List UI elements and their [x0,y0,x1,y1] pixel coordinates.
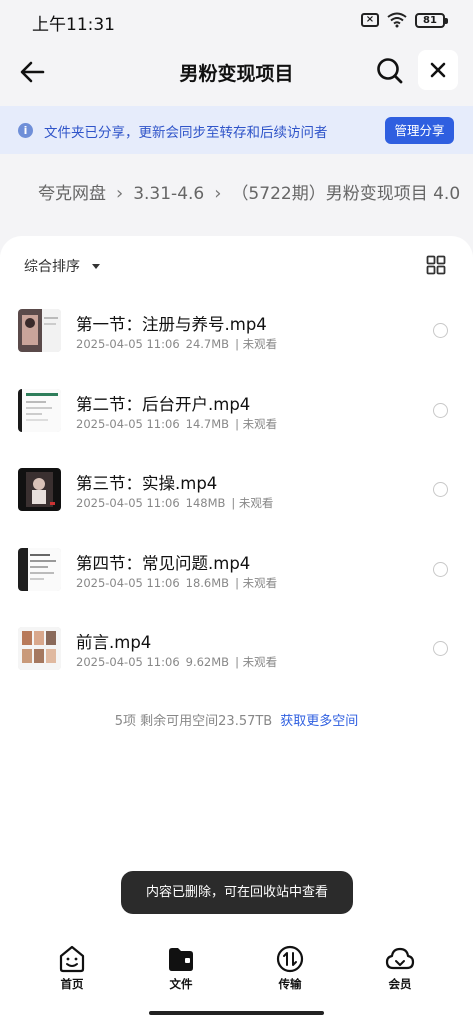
file-size: 148MB [185,496,226,510]
file-name: 第二节：后台开户.mp4 [76,394,251,414]
info-icon: i [18,123,33,138]
wifi-icon [387,12,407,28]
file-name: 第一节：注册与养号.mp4 [76,315,267,334]
select-checkbox[interactable] [433,482,448,497]
battery-icon: 81 [415,12,448,28]
file-size: 14.7MB [185,416,230,431]
watch-status: | 未观看 [235,337,278,351]
watch-status: | 未观看 [235,416,278,431]
caret-down-icon [92,263,100,269]
grid-view-icon[interactable] [426,255,446,275]
file-meta: 2025-04-05 11:06 14.7MB | 未观看 [76,416,277,432]
file-meta: 2025-04-05 11:06 9.62MB | 未观看 [76,654,277,670]
file-size: 9.62MB [185,655,230,669]
breadcrumb-root[interactable]: 夸克网盘 [38,172,106,216]
home-indicator[interactable] [149,1011,324,1015]
file-date: 2025-04-05 11:06 [76,416,180,431]
file-row[interactable]: 第一节：注册与养号.mp4 2025-04-05 11:06 24.7MB | 未观… [0,298,473,378]
nav-label: 会员 [388,977,412,991]
share-banner-text: 文件夹已分享，更新会同步至转存和后续访问者 [44,125,328,141]
file-size: 24.7MB [185,337,230,351]
manage-share-button[interactable]: 管理分享 [385,117,454,144]
transfer-icon [276,945,304,973]
nav-label: 文件 [169,977,193,991]
sort-dropdown[interactable]: 综合排序 [24,256,100,276]
watch-status: | 未观看 [235,575,278,590]
file-list: 第一节：注册与养号.mp4 2025-04-05 11:06 24.7MB | 未观… [0,298,473,696]
nav-item-home[interactable]: 首页 [42,944,102,992]
get-more-space-link[interactable]: 获取更多空间 [280,714,358,729]
file-row[interactable]: 第二节：后台开户.mp4 2025-04-05 11:06 14.7MB | 未观看 [0,378,473,458]
select-checkbox[interactable] [433,402,448,418]
back-arrow-icon[interactable] [18,57,48,87]
file-date: 2025-04-05 11:06 [76,496,180,510]
file-name: 第四节：常见问题.mp4 [76,553,251,573]
folder-icon [169,948,193,971]
nav-item-files[interactable]: 文件 [151,944,211,992]
video-thumbnail [18,309,61,352]
file-date: 2025-04-05 11:06 [76,655,180,669]
share-banner: i 文件夹已分享，更新会同步至转存和后续访问者 管理分享 [0,106,473,154]
smile-face-icon [59,945,85,973]
status-icons: × 81 [361,12,448,28]
status-bar: 上午11:31 × 81 [0,0,473,42]
file-name: 第三节：实操.mp4 [76,474,218,493]
select-checkbox[interactable] [433,323,448,338]
close-icon [430,62,446,78]
file-size: 18.6MB [185,575,230,590]
close-button[interactable] [418,50,458,90]
header: 男粉变现项目 [0,42,473,104]
breadcrumb: 夸克网盘 › 3.31-4.6 › （5722期）男粉变现项目 4.0 [0,172,473,216]
toast-message: 内容已删除，可在回收站中查看 [121,871,353,914]
breadcrumb-folder[interactable]: 3.31-4.6 [133,172,204,216]
cloud-icon [385,947,415,970]
file-row[interactable]: 第四节：常见问题.mp4 2025-04-05 11:06 18.6MB | 未观看 [0,537,473,617]
status-time: 上午11:31 [32,15,115,35]
storage-summary-text: 5项 剩余可用空间23.57TB [114,714,273,729]
nav-label: 传输 [278,977,302,991]
video-thumbnail [18,388,61,432]
file-date: 2025-04-05 11:06 [76,337,180,351]
file-meta: 2025-04-05 11:06 18.6MB | 未观看 [76,575,277,591]
breadcrumb-current[interactable]: （5722期）男粉变现项目 4.0 [231,172,460,216]
breadcrumb-chevron-icon: › [116,183,124,204]
file-meta: 2025-04-05 11:06 148MB | 未观看 [76,495,273,511]
storage-summary: 5项 剩余可用空间23.57TB 获取更多空间 [0,710,473,729]
video-thumbnail [18,468,61,511]
file-date: 2025-04-05 11:06 [76,575,180,590]
no-sim-icon: × [361,13,379,27]
sort-label: 综合排序 [24,259,80,275]
bottom-nav: 首页 文件 传输 会员 [0,944,473,1004]
file-row[interactable]: 前言.mp4 2025-04-05 11:06 9.62MB | 未观看 [0,616,473,696]
file-row[interactable]: 第三节：实操.mp4 2025-04-05 11:06 148MB | 未观看 [0,457,473,537]
breadcrumb-chevron-icon: › [214,183,222,204]
video-thumbnail [18,547,61,591]
search-icon[interactable] [374,55,406,87]
nav-label: 首页 [60,977,84,991]
video-thumbnail [18,627,61,670]
file-name: 前言.mp4 [76,633,152,652]
file-meta: 2025-04-05 11:06 24.7MB | 未观看 [76,336,277,352]
nav-item-member[interactable]: 会员 [370,944,430,992]
watch-status: | 未观看 [235,655,278,669]
select-checkbox[interactable] [433,641,448,656]
watch-status: | 未观看 [231,496,274,510]
select-checkbox[interactable] [433,561,448,577]
nav-item-transfer[interactable]: 传输 [260,944,320,992]
